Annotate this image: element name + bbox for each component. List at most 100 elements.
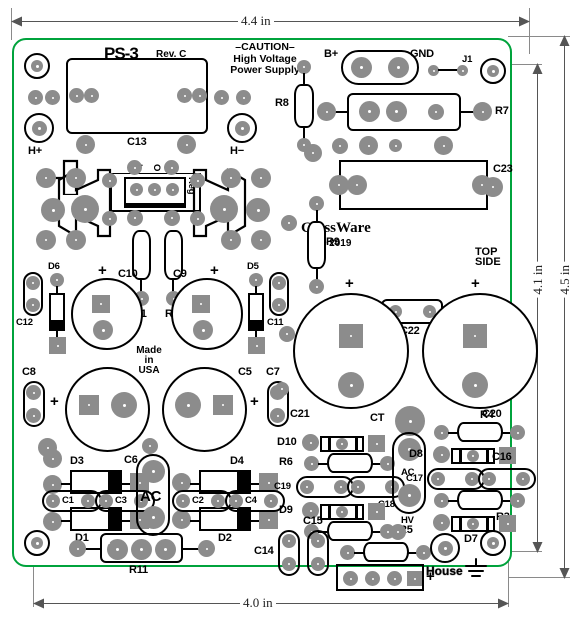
- pad-reg-side-2: [102, 211, 117, 226]
- pad-ac-hv-2[interactable]: [398, 484, 421, 507]
- pad-C7-2: [270, 408, 285, 423]
- caution-notice: –CAUTION– High Voltage Power Supply: [219, 41, 311, 77]
- pad-R3-left: [434, 493, 449, 508]
- refdes-C5: C5: [238, 366, 252, 378]
- refdes-C2: C2: [192, 495, 204, 506]
- pad-bridge-l3: [41, 198, 65, 222]
- arrow-left-top-icon: [11, 16, 22, 27]
- component-R4: [457, 422, 503, 442]
- pad-C20-plus: [463, 324, 487, 348]
- pad-C20-minus: [462, 372, 488, 398]
- component-R3: [457, 490, 503, 510]
- refdes-C4: C4: [245, 495, 257, 506]
- pad-C1-1: [46, 494, 60, 508]
- pad-R7-right: [473, 102, 492, 121]
- refdes-R7: R7: [495, 105, 509, 117]
- refdes-D5: D5: [247, 261, 259, 272]
- pad-under-header-1: [332, 138, 348, 154]
- regulator-tab: [124, 203, 186, 208]
- label-J1: J1: [462, 54, 473, 65]
- pad-reg-side-1: [102, 173, 117, 188]
- refdes-C15: C15: [303, 515, 323, 527]
- pad-C14-2: [282, 557, 296, 571]
- pad-R7-left: [317, 102, 336, 121]
- pad-J1-2[interactable]: [457, 65, 468, 76]
- pad-C21-minus: [338, 372, 364, 398]
- arrow-down-41-icon: [532, 542, 543, 553]
- pad-C10-plus: [92, 295, 110, 313]
- polarity-C21: +: [345, 275, 354, 292]
- terminal-h-minus[interactable]: [227, 113, 257, 143]
- pad-bottom-header-3[interactable]: [387, 571, 402, 586]
- pad-C8-2: [26, 408, 41, 423]
- pad-bottom-header-4[interactable]: [407, 571, 422, 586]
- pad-misc-7: [390, 524, 406, 540]
- refdes-D2: D2: [218, 532, 232, 544]
- pad-bottom-header-2[interactable]: [365, 571, 380, 586]
- terminal-house-ground[interactable]: [430, 533, 460, 563]
- pad-header-1[interactable]: [359, 101, 380, 122]
- pad-bridge-r4: [246, 198, 270, 222]
- pad-bridge-r1: [221, 168, 241, 188]
- pad-D7-left: [433, 514, 450, 531]
- pad-R11-right: [198, 540, 215, 557]
- mounting-hole-top-right: [480, 58, 506, 84]
- pad-reg-A: [166, 183, 179, 196]
- pad-cap-left-big-1: [79, 395, 99, 415]
- pad-bottom-header-1[interactable]: [343, 571, 358, 586]
- lead-R11-right: [182, 548, 199, 550]
- pcb-board-outline: PS-3 Rev. C –CAUTION– High Voltage Power…: [12, 38, 538, 591]
- label-ac-left: AC: [140, 488, 162, 505]
- pad-header-3[interactable]: [428, 104, 444, 120]
- dimension-right-outer-label: 4.5 in: [557, 262, 573, 298]
- pad-R8-top: [297, 60, 311, 74]
- pad-gnd[interactable]: [388, 57, 409, 78]
- pad-R4-right: [510, 425, 525, 440]
- pad-C10-minus: [93, 320, 113, 340]
- refdes-C10: C10: [118, 268, 138, 280]
- pad-C9-minus: [193, 320, 213, 340]
- pad-C4-1: [229, 494, 243, 508]
- arrow-down-45-icon: [559, 568, 570, 579]
- pad-R10-right: [416, 545, 431, 560]
- refdes-R4: R4: [480, 409, 494, 421]
- polarity-C8: +: [50, 393, 59, 410]
- pad-C23-1: [347, 175, 367, 195]
- pad-hm-2: [236, 90, 251, 105]
- refdes-C17: C17: [406, 473, 423, 484]
- pad-D5-top: [249, 273, 263, 287]
- pad-reg-side-4: [190, 211, 205, 226]
- pad-D10-left: [302, 434, 319, 451]
- component-R6: [327, 453, 373, 473]
- pad-header-2[interactable]: [386, 101, 407, 122]
- pad-C15-1: [311, 534, 325, 548]
- pad-C9-plus: [192, 295, 210, 313]
- arrow-up-41-icon: [532, 63, 543, 74]
- pad-C11-2: [272, 298, 286, 312]
- component-C10: [71, 278, 143, 350]
- caution-line-1: –CAUTION–: [235, 41, 295, 53]
- pad-reg-O: [148, 183, 161, 196]
- pad-C11-1: [272, 276, 286, 290]
- refdes-C21: C21: [290, 408, 310, 420]
- pad-reg-bot-1: [127, 210, 143, 226]
- pad-R11-left: [69, 540, 86, 557]
- pad-C3-1: [99, 494, 113, 508]
- label-reg-pin-O: O: [151, 164, 162, 172]
- pad-bridge-r6: [251, 230, 271, 250]
- pad-C23-side-2: [483, 177, 503, 197]
- pad-ac-left-1[interactable]: [142, 460, 165, 483]
- pad-C18-1: [351, 480, 365, 494]
- pad-C21-plus: [339, 324, 363, 348]
- pad-b-plus[interactable]: [351, 57, 372, 78]
- pad-R11-2: [131, 539, 152, 560]
- pad-R9-bottom: [309, 279, 324, 294]
- refdes-C11: C11: [267, 317, 284, 328]
- pad-C19-2: [334, 480, 348, 494]
- arrow-left-bottom-icon: [33, 598, 44, 609]
- pad-D10-right: [368, 435, 385, 452]
- dimension-right-inner-label: 4.1 in: [530, 262, 546, 298]
- pad-ac-left-2[interactable]: [142, 506, 165, 529]
- pad-C23-side-1: [329, 175, 349, 195]
- pad-D9-right: [368, 503, 385, 520]
